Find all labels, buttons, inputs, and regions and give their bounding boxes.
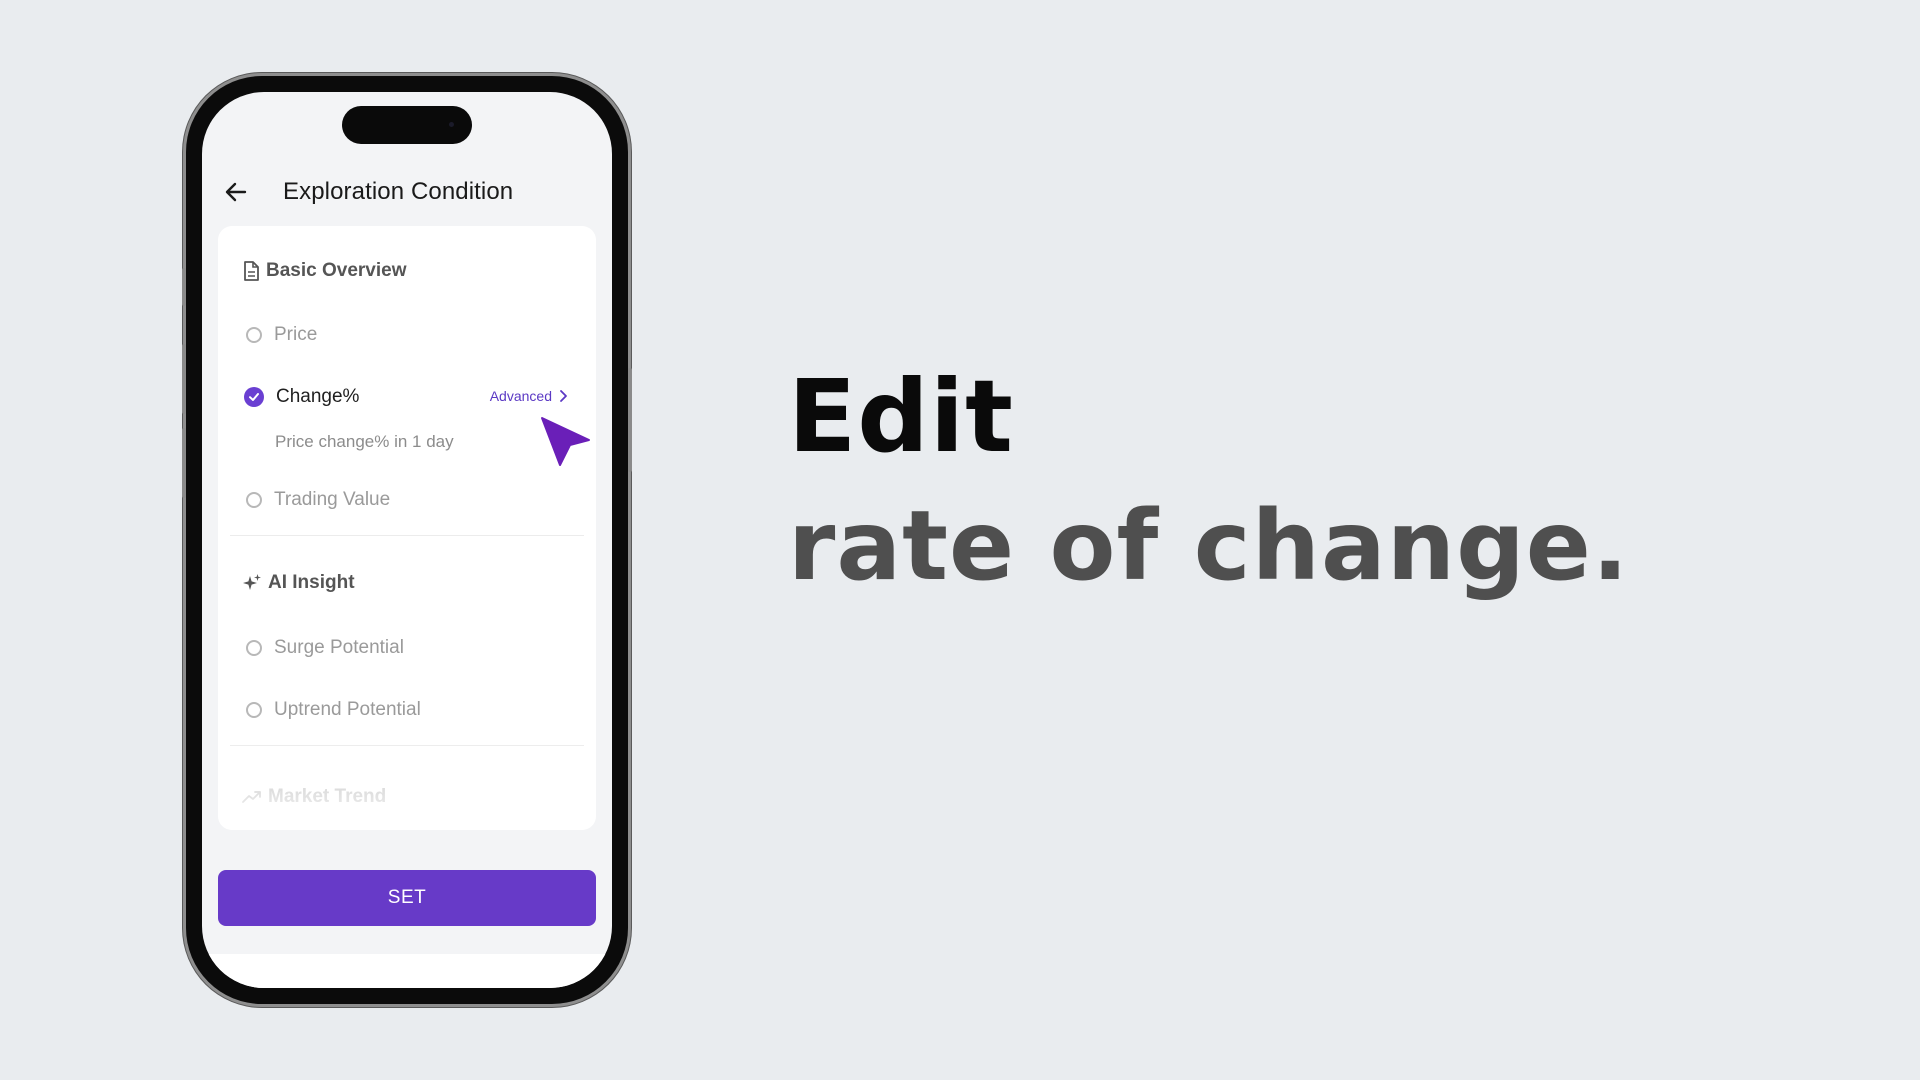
section-market-trend: Market Trend [242, 786, 386, 808]
section-divider [230, 745, 584, 746]
volume-down-button [182, 428, 186, 498]
section-title: Basic Overview [266, 260, 407, 281]
radio-button[interactable] [246, 327, 262, 343]
option-surge-potential[interactable]: Surge Potential [246, 637, 404, 659]
section-ai-insight: AI Insight [242, 572, 355, 594]
option-label: Uptrend Potential [274, 699, 421, 720]
option-change-percent[interactable]: Change% [244, 386, 360, 408]
radio-button[interactable] [246, 640, 262, 656]
radio-button[interactable] [246, 492, 262, 508]
option-price[interactable]: Price [246, 324, 317, 346]
section-divider [230, 535, 584, 536]
scroll-fade [218, 740, 596, 830]
option-label: Surge Potential [274, 637, 404, 658]
advanced-link[interactable]: Advanced [490, 388, 568, 404]
caption-line-2: rate of change. [788, 490, 1630, 602]
page-title: Exploration Condition [283, 178, 514, 205]
option-label: Price [274, 324, 318, 345]
power-button [628, 368, 632, 472]
top-bar: Exploration Condition [202, 162, 612, 222]
dynamic-island [342, 106, 472, 144]
sparkle-icon [243, 574, 261, 590]
bottom-area [202, 954, 612, 988]
section-basic-overview: Basic Overview [242, 260, 406, 282]
option-trading-value[interactable]: Trading Value [246, 489, 390, 511]
advanced-label: Advanced [489, 388, 552, 404]
phone-screen: Exploration Condition Basic Overview Pri… [202, 92, 612, 988]
document-icon [244, 261, 259, 281]
volume-up-button [182, 344, 186, 414]
radio-button-checked[interactable] [244, 387, 264, 407]
option-label: Change% [276, 386, 360, 407]
option-label: Trading Value [274, 489, 391, 510]
check-icon [249, 393, 259, 401]
caption-line-1: Edit [788, 358, 1014, 475]
option-description: Price change% in 1 day [275, 432, 454, 451]
arrow-left-icon [225, 182, 247, 202]
chevron-right-icon [560, 390, 567, 402]
radio-button[interactable] [246, 702, 262, 718]
section-title: AI Insight [268, 572, 355, 593]
trend-icon [242, 791, 261, 803]
set-button[interactable]: SET [218, 870, 596, 926]
back-button[interactable] [218, 174, 254, 210]
side-button [182, 268, 186, 306]
condition-card: Basic Overview Price Change% Advanced Pr… [218, 226, 596, 830]
section-title: Market Trend [268, 786, 387, 807]
option-uptrend-potential[interactable]: Uptrend Potential [246, 699, 421, 721]
cursor-arrow-icon [541, 417, 590, 466]
